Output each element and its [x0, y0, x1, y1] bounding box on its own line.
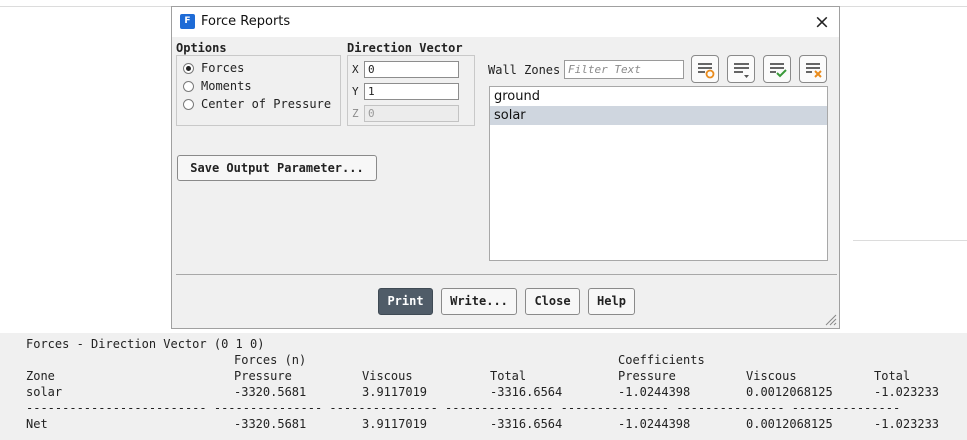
console-row-value: -1.0244398	[618, 385, 691, 399]
console-net-value: -1.023233	[874, 417, 940, 431]
console-net-value: -3316.6564	[490, 417, 563, 431]
vector-x-label: X	[352, 62, 359, 76]
list-item-ground[interactable]: ground	[490, 87, 827, 106]
console-title: Forces - Direction Vector (0 1 0)	[26, 337, 265, 351]
vector-x-input[interactable]: 0	[364, 60, 459, 78]
vector-x-row: X 0	[352, 60, 459, 78]
save-output-parameter-button[interactable]: Save Output Parameter...	[177, 155, 377, 181]
console-header-coef-pressure: Pressure	[618, 369, 676, 383]
options-label: Options	[176, 41, 227, 55]
force-reports-dialog: F Force Reports × Options Forces Moments…	[171, 6, 840, 329]
list-item-solar[interactable]: solar	[490, 106, 827, 125]
console-net-value: 0.0012068125	[746, 417, 833, 431]
close-button[interactable]: Close	[525, 288, 580, 315]
radio-moments[interactable]: Moments	[183, 78, 252, 94]
app-icon: F	[180, 14, 195, 29]
wall-zones-label: Wall Zones	[488, 63, 561, 77]
console-row-value: 0.0012068125	[746, 385, 833, 399]
console-header-zone: Zone	[26, 369, 55, 383]
console-coefficients-group: Coefficients	[618, 353, 705, 367]
clear-selection-icon[interactable]	[799, 55, 827, 83]
resize-grip-icon[interactable]	[825, 314, 837, 326]
vector-z-label: Z	[352, 106, 359, 120]
console-row-zone: solar	[26, 385, 63, 399]
console-net-value: 3.9117019	[362, 417, 428, 431]
close-icon[interactable]: ×	[811, 11, 833, 33]
help-button[interactable]: Help	[588, 288, 635, 315]
vector-y-label: Y	[352, 84, 359, 98]
radio-center-of-pressure[interactable]: Center of Pressure	[183, 96, 331, 112]
console-row-value: 3.9117019	[362, 385, 428, 399]
console-net-zone: Net	[26, 417, 48, 431]
direction-vector-label: Direction Vector	[347, 41, 463, 55]
console-header-coef-total: Total	[874, 369, 911, 383]
vector-y-row: Y 1	[352, 82, 459, 100]
console-header-total: Total	[490, 369, 527, 383]
separator	[176, 274, 837, 275]
write-button[interactable]: Write...	[441, 288, 517, 315]
console-separator: ------------------------- --------------…	[26, 401, 901, 415]
window-title: Force Reports	[201, 14, 291, 29]
wall-zones-list[interactable]: ground solar	[489, 86, 828, 261]
console-net-value: -1.0244398	[618, 417, 691, 431]
vector-z-row: Z 0	[352, 104, 459, 122]
select-all-icon[interactable]	[691, 55, 719, 83]
radio-forces[interactable]: Forces	[183, 60, 244, 76]
radio-moments-indicator[interactable]	[183, 80, 194, 92]
filter-text-input[interactable]: Filter Text	[564, 60, 684, 79]
apply-selection-icon[interactable]	[763, 55, 791, 83]
radio-moments-label: Moments	[201, 79, 252, 93]
console-header-coef-viscous: Viscous	[746, 369, 797, 383]
console-output: Forces - Direction Vector (0 1 0) Forces…	[0, 333, 967, 440]
console-row-value: -3320.5681	[234, 385, 307, 399]
print-button[interactable]: Print	[378, 288, 433, 315]
console-header-pressure: Pressure	[234, 369, 292, 383]
options-group: Forces Moments Center of Pressure	[176, 55, 341, 126]
console-header-viscous: Viscous	[362, 369, 413, 383]
radio-center-of-pressure-indicator[interactable]	[183, 98, 194, 110]
deselect-all-icon[interactable]	[727, 55, 755, 83]
radio-forces-indicator[interactable]	[183, 62, 194, 74]
vector-z-input: 0	[364, 104, 459, 122]
console-row-value: -3316.6564	[490, 385, 563, 399]
background-line	[853, 240, 967, 241]
console-net-value: -3320.5681	[234, 417, 307, 431]
radio-forces-label: Forces	[201, 61, 245, 75]
vector-y-input[interactable]: 1	[364, 82, 459, 100]
console-row-value: -1.023233	[874, 385, 940, 399]
radio-center-of-pressure-label: Center of Pressure	[201, 97, 332, 111]
console-forces-group: Forces (n)	[234, 353, 307, 367]
title-bar[interactable]: F Force Reports ×	[172, 7, 839, 37]
direction-vector-group: X 0 Y 1 Z 0	[347, 55, 475, 126]
